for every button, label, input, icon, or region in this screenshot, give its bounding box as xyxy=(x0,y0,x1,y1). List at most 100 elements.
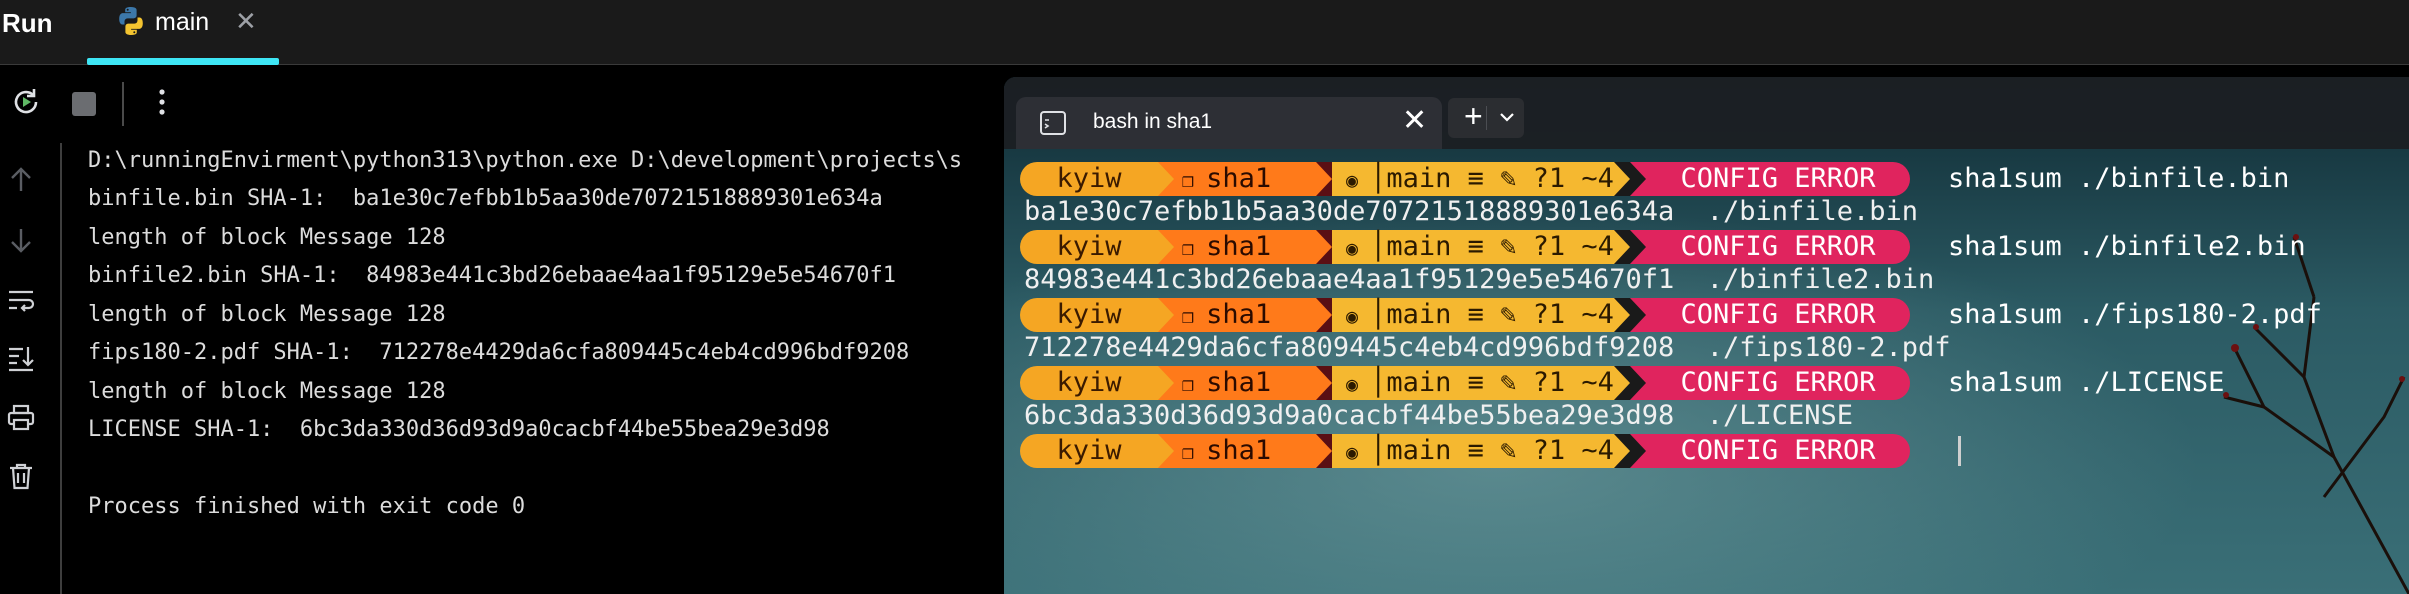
console-line: binfile.bin SHA-1: ba1e30c7efbb1b5aa30de… xyxy=(88,186,883,211)
git-branch: │main xyxy=(1370,163,1468,194)
powerline-separator xyxy=(1158,162,1174,196)
git-status-counts: ≡ ✎ ?1 ~4 xyxy=(1467,299,1614,330)
powerline-separator xyxy=(1630,434,1646,468)
prompt-directory-name: sha1 xyxy=(1206,299,1272,330)
powerline-separator xyxy=(1614,230,1630,264)
git-status-counts: ≡ ✎ ?1 ~4 xyxy=(1467,163,1614,194)
powerline-notch xyxy=(1316,366,1332,400)
arrow-up-icon[interactable] xyxy=(6,165,36,200)
more-vertical-icon[interactable] xyxy=(152,86,172,123)
powerline-notch xyxy=(1316,230,1332,264)
powerline-separator xyxy=(1158,366,1174,400)
button-divider xyxy=(1486,106,1487,130)
prompt-directory-name: sha1 xyxy=(1206,231,1272,262)
terminal-icon xyxy=(1040,111,1066,140)
powerline-separator xyxy=(1614,366,1630,400)
powerline-separator xyxy=(1158,434,1174,468)
powerline-notch xyxy=(1316,298,1332,332)
prompt-directory: ❐ sha1 xyxy=(1158,162,1316,196)
rerun-icon[interactable] xyxy=(10,86,42,123)
terminal-command: sha1sum ./binfile.bin xyxy=(1948,163,2290,194)
close-tab-icon[interactable]: ✕ xyxy=(235,6,257,37)
prompt-directory: ❐ sha1 xyxy=(1158,434,1316,468)
console-line: D:\runningEnvirment\python313\python.exe… xyxy=(88,148,963,173)
powerline-separator xyxy=(1630,298,1646,332)
powerline-separator xyxy=(1630,366,1646,400)
powerline-separator xyxy=(1614,162,1630,196)
terminal-output-line: ba1e30c7efbb1b5aa30de70721518889301e634a… xyxy=(1024,196,1919,227)
new-tab-button[interactable]: + xyxy=(1448,98,1524,138)
prompt-line: kyiw ❐ sha1 ◉ │main ≡ ✎ ?1 ~4 CONFIG ERROR s… xyxy=(1020,162,2409,196)
terminal-command: sha1sum ./LICENSE xyxy=(1948,367,2225,398)
git-status-counts: ≡ ✎ ?1 ~4 xyxy=(1467,231,1614,262)
folder-icon: ❐ xyxy=(1182,372,1207,396)
terminal-output-line: 6bc3da330d36d93d9a0cacbf44be55bea29e3d98… xyxy=(1024,400,1854,431)
git-icon: ◉ xyxy=(1346,236,1371,260)
chevron-down-icon[interactable] xyxy=(1498,108,1516,131)
git-branch: │main xyxy=(1370,435,1468,466)
git-status-counts: ≡ ✎ ?1 ~4 xyxy=(1467,435,1614,466)
text-cursor xyxy=(1958,436,1961,466)
powerline-separator xyxy=(1158,230,1174,264)
terminal-command: sha1sum ./fips180-2.pdf xyxy=(1948,299,2322,330)
prompt-user: kyiw xyxy=(1020,230,1158,264)
soft-wrap-icon[interactable] xyxy=(6,285,36,320)
prompt-git-status: ◉ │main ≡ ✎ ?1 ~4 xyxy=(1332,298,1614,332)
prompt-line: kyiw ❐ sha1 ◉ │main ≡ ✎ ?1 ~4 CONFIG ERROR s… xyxy=(1020,230,2409,264)
scroll-to-end-icon[interactable] xyxy=(6,343,36,378)
prompt-directory: ❐ sha1 xyxy=(1158,230,1316,264)
prompt-git-status: ◉ │main ≡ ✎ ?1 ~4 xyxy=(1332,434,1614,468)
print-icon[interactable] xyxy=(6,403,36,438)
arrow-down-icon[interactable] xyxy=(6,225,36,260)
folder-icon: ❐ xyxy=(1182,440,1207,464)
toolbar-separator xyxy=(122,82,124,126)
terminal-output-line: 712278e4429da6cfa809445c4eb4cd996bdf9208… xyxy=(1024,332,1951,363)
run-tool-window-header: Run main ✕ xyxy=(0,0,2409,65)
plus-icon[interactable]: + xyxy=(1464,98,1483,135)
prompt: kyiw ❐ sha1 ◉ │main ≡ ✎ ?1 ~4 CONFIG ERROR xyxy=(1020,434,2409,468)
tab-main[interactable]: main ✕ xyxy=(87,0,279,65)
run-panel-title: Run xyxy=(2,8,53,38)
powerline-separator xyxy=(1158,298,1174,332)
close-tab-icon[interactable]: ✕ xyxy=(1402,103,1427,138)
prompt-config-error: CONFIG ERROR xyxy=(1646,230,1910,264)
terminal-tab[interactable]: bash in sha1 ✕ xyxy=(1016,97,1442,149)
folder-icon: ❐ xyxy=(1182,236,1207,260)
git-branch: │main xyxy=(1370,299,1468,330)
console-line: length of block Message 128 xyxy=(88,379,446,404)
run-console-output[interactable]: D:\runningEnvirment\python313\python.exe… xyxy=(88,143,1004,594)
terminal-command: sha1sum ./binfile2.bin xyxy=(1948,231,2306,262)
prompt-git-status: ◉ │main ≡ ✎ ?1 ~4 xyxy=(1332,162,1614,196)
console-line: binfile2.bin SHA-1: 84983e441c3bd26ebaae… xyxy=(88,263,896,288)
prompt-directory: ❐ sha1 xyxy=(1158,298,1316,332)
prompt-user: kyiw xyxy=(1020,162,1158,196)
git-icon: ◉ xyxy=(1346,304,1371,328)
console-line: length of block Message 128 xyxy=(88,225,446,250)
prompt-directory-name: sha1 xyxy=(1206,435,1272,466)
console-line: Process finished with exit code 0 xyxy=(88,494,526,519)
prompt-directory-name: sha1 xyxy=(1206,163,1272,194)
git-branch: │main xyxy=(1370,231,1468,262)
tab-label: main xyxy=(155,8,210,36)
terminal-window[interactable]: bash in sha1 ✕ + kyiw ❐ sha1 ◉ │main ≡ ✎ ?… xyxy=(1004,77,2409,594)
stop-icon[interactable] xyxy=(70,90,98,123)
powerline-separator xyxy=(1630,162,1646,196)
terminal-output-line: 84983e441c3bd26ebaae4aa1f95129e5e54670f1… xyxy=(1024,264,1935,295)
prompt-directory: ❐ sha1 xyxy=(1158,366,1316,400)
terminal-output[interactable]: kyiw ❐ sha1 ◉ │main ≡ ✎ ?1 ~4 CONFIG ERROR s… xyxy=(1020,162,2409,594)
prompt-config-error: CONFIG ERROR xyxy=(1646,434,1910,468)
prompt-config-error: CONFIG ERROR xyxy=(1646,366,1910,400)
git-icon: ◉ xyxy=(1346,372,1371,396)
prompt-config-error: CONFIG ERROR xyxy=(1646,298,1910,332)
git-branch: │main xyxy=(1370,367,1468,398)
prompt-git-status: ◉ │main ≡ ✎ ?1 ~4 xyxy=(1332,366,1614,400)
folder-icon: ❐ xyxy=(1182,304,1207,328)
trash-icon[interactable] xyxy=(6,461,36,496)
prompt-user: kyiw xyxy=(1020,434,1158,468)
console-side-toolbar xyxy=(0,143,62,594)
prompt-user: kyiw xyxy=(1020,366,1158,400)
console-line: fips180-2.pdf SHA-1: 712278e4429da6cfa80… xyxy=(88,340,910,365)
active-tab-indicator xyxy=(87,58,279,65)
python-icon xyxy=(115,5,147,42)
terminal-titlebar: bash in sha1 ✕ + xyxy=(1004,77,2409,149)
